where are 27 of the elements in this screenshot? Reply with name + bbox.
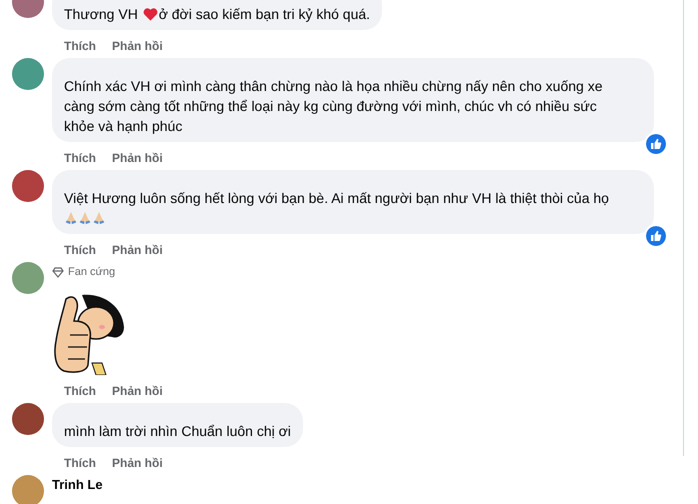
avatar[interactable] [12, 402, 44, 434]
action-link[interactable]: Phản hồi [112, 38, 163, 54]
action-link[interactable]: Phản hồi [112, 150, 163, 166]
action-link[interactable]: Phản hồi [112, 382, 163, 398]
avatar[interactable] [12, 58, 44, 90]
like-reaction-icon[interactable] [646, 226, 666, 246]
badge-label: Fan cứng [68, 265, 116, 280]
comment-text: Thương VH ở đời sao kiếm bạn tri kỷ khó quá. [64, 5, 370, 24]
action-link[interactable]: Thích [64, 454, 96, 470]
heart-icon [142, 7, 158, 21]
action-link[interactable]: Thích [64, 38, 96, 54]
action-link[interactable]: Thích [64, 242, 96, 258]
action-link[interactable]: Phản hồi [112, 454, 163, 470]
praying-hands-icon [92, 211, 106, 225]
avatar[interactable] [12, 262, 44, 294]
comment-text: mình làm trời nhìn Chuẩn luôn chị ơi [64, 422, 291, 440]
comment-text: Chính xác VH ơi mình càng thân chừng nào là họa nhiều chừng nấy nên cho xuống xe càng sớm càng tốt những thể loại này kg cùng đường với mình, chúc vh có nhiều sức khỏe và hạnh phúc [64, 77, 604, 136]
praying-hands-icon [64, 211, 78, 225]
action-link[interactable]: Thích [64, 382, 96, 398]
action-link[interactable]: Thích [64, 150, 96, 166]
commenter-name[interactable]: Trinh Le [52, 476, 103, 492]
diamond-icon [52, 266, 64, 278]
action-link[interactable]: Phản hồi [112, 242, 163, 258]
praying-hands-icon [78, 211, 92, 225]
avatar[interactable] [12, 170, 44, 202]
comment-text: Việt Hương luôn sống hết lòng với bạn bè. Ai mất người bạn như VH là thiệt thòi của họ [64, 188, 616, 228]
like-reaction-icon[interactable] [646, 134, 666, 154]
